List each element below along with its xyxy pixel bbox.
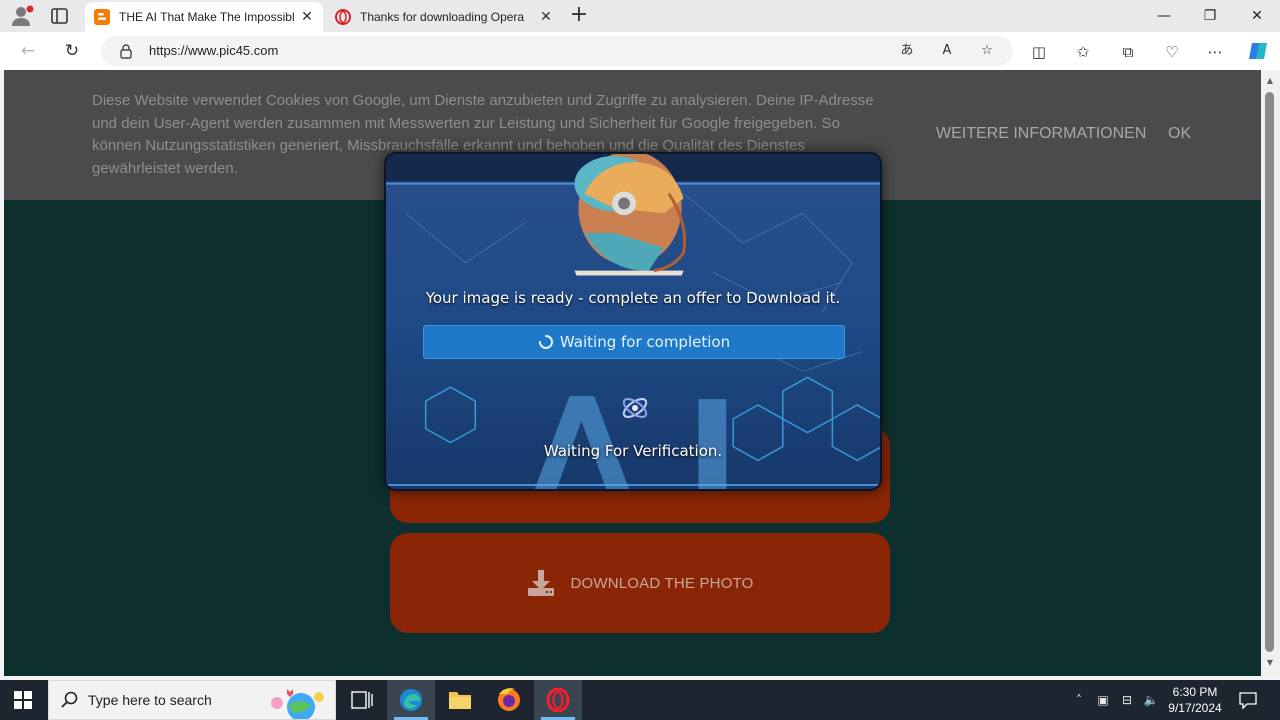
blogger-favicon-icon xyxy=(94,9,110,25)
taskbar-opera[interactable] xyxy=(534,680,582,720)
opera-icon xyxy=(546,688,570,712)
file-explorer-icon[interactable] xyxy=(436,680,484,720)
minimize-button[interactable]: — xyxy=(1141,0,1187,32)
search-highlight-art-icon xyxy=(271,689,324,719)
lock-icon[interactable] xyxy=(119,43,133,59)
windows-taskbar: Type here to search ˄ ▣ ⊟ 🔈 6:30 PM 9/17… xyxy=(0,680,1280,720)
show-hidden-icons-icon[interactable]: ˄ xyxy=(1070,691,1088,709)
volume-icon[interactable]: 🔈 xyxy=(1142,691,1160,709)
meet-now-icon[interactable]: ▣ xyxy=(1094,691,1112,709)
task-view-icon[interactable] xyxy=(338,680,386,720)
close-window-button[interactable]: ✕ xyxy=(1234,0,1280,32)
tab-inactive[interactable]: Thanks for downloading Opera ✕ xyxy=(326,2,562,32)
clock-date: 9/17/2024 xyxy=(1168,701,1222,715)
tab-title: Thanks for downloading Opera xyxy=(360,10,525,24)
close-tab-icon[interactable]: ✕ xyxy=(538,9,554,25)
tab-title: THE AI That Make The Impossible xyxy=(119,10,294,24)
offer-modal: Your image is ready - complete an offer … xyxy=(384,152,882,491)
tab-active[interactable]: THE AI That Make The Impossible ✕ xyxy=(85,2,323,32)
url-text: https://www.pic45.com xyxy=(149,43,279,58)
clock-time: 6:30 PM xyxy=(1172,685,1218,699)
more-icon[interactable]: ⋯ xyxy=(1204,41,1226,63)
browser-toolbar: ← ↻ https://www.pic45.com あ A ☆ ◫ ✩ ⧉ ♡ … xyxy=(0,32,1280,70)
modal-background-art xyxy=(386,154,880,489)
taskbar-search[interactable]: Type here to search xyxy=(48,680,336,720)
more-info-link[interactable]: WEITERE INFORMATIONEN xyxy=(936,125,1146,143)
waiting-button[interactable]: Waiting for completion xyxy=(423,325,845,359)
network-icon[interactable]: ⊟ xyxy=(1118,691,1136,709)
edge-icon xyxy=(400,689,422,711)
download-photo-button[interactable]: DOWNLOAD THE PHOTO xyxy=(390,533,890,633)
windows-start-icon[interactable] xyxy=(14,691,32,709)
split-screen-icon[interactable]: ◫ xyxy=(1028,41,1050,63)
waiting-label: Waiting for completion xyxy=(559,333,731,351)
cookie-ok-button[interactable]: OK xyxy=(1168,125,1191,143)
tab-strip: THE AI That Make The Impossible ✕ Thanks… xyxy=(0,0,1280,32)
scroll-down-icon[interactable]: ▼ xyxy=(1265,658,1275,668)
collections-icon[interactable]: ⧉ xyxy=(1117,41,1139,63)
favorite-star-icon[interactable]: ☆ xyxy=(977,41,997,61)
restore-button[interactable]: ❐ xyxy=(1187,0,1233,32)
refresh-icon[interactable]: ↻ xyxy=(59,39,85,63)
notifications-icon[interactable] xyxy=(1238,690,1258,710)
verification-status: Waiting For Verification. xyxy=(543,442,723,460)
scroll-up-icon[interactable]: ▲ xyxy=(1265,76,1275,86)
back-icon[interactable]: ← xyxy=(15,39,41,63)
translate-icon[interactable]: あ xyxy=(897,41,917,61)
new-tab-button[interactable]: + xyxy=(568,4,590,27)
close-tab-icon[interactable]: ✕ xyxy=(299,9,315,25)
profile-icon[interactable] xyxy=(10,5,34,27)
verification-spinner-icon xyxy=(622,398,648,418)
search-placeholder: Type here to search xyxy=(88,692,212,708)
download-icon xyxy=(528,570,555,596)
taskbar-clock[interactable]: 6:30 PM 9/17/2024 xyxy=(1162,684,1228,716)
favorites-icon[interactable]: ✩ xyxy=(1072,41,1094,63)
loading-spinner-icon xyxy=(538,335,553,349)
browser-essentials-icon[interactable]: ♡ xyxy=(1161,41,1183,63)
scroll-thumb[interactable] xyxy=(1265,92,1274,652)
opera-favicon-icon xyxy=(335,9,351,25)
tab-actions-icon[interactable] xyxy=(49,6,71,26)
download-photo-label: DOWNLOAD THE PHOTO xyxy=(570,574,754,592)
modal-headline: Your image is ready - complete an offer … xyxy=(425,289,841,307)
search-icon xyxy=(61,691,78,708)
vertical-scrollbar[interactable]: ▲ ▼ xyxy=(1261,70,1280,676)
firefox-icon[interactable] xyxy=(485,680,533,720)
read-aloud-icon[interactable]: A xyxy=(937,41,957,61)
taskbar-edge[interactable] xyxy=(387,680,435,720)
address-bar[interactable]: https://www.pic45.com あ A ☆ xyxy=(101,36,1013,66)
copilot-icon[interactable] xyxy=(1246,39,1270,63)
